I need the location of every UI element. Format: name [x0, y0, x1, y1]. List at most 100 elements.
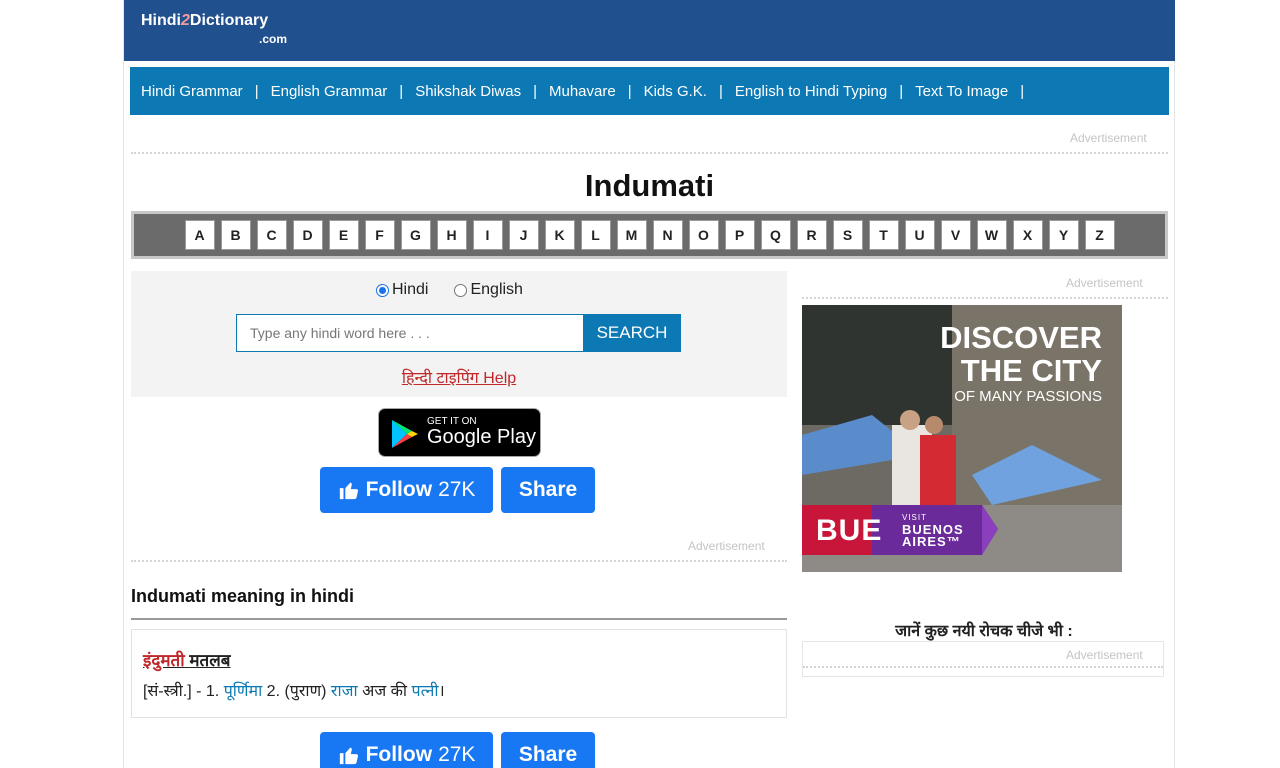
side-interesting-heading: जानें कुछ नयी रोचक चीजे भी : [895, 623, 1073, 640]
letter-link-r[interactable]: R [796, 220, 827, 250]
letter-link-k[interactable]: K [544, 220, 575, 250]
language-radio-group: Hindi English [376, 281, 523, 299]
radio-hindi[interactable]: Hindi [376, 281, 428, 299]
radio-unselected-icon[interactable] [454, 283, 468, 297]
meaning-card: इंदुमती मतलब [सं-स्त्री.] - 1. पूर्णिमा … [131, 629, 787, 718]
logo-text-two: 2 [181, 12, 190, 29]
definition-pos: [सं-स्त्री.] - 1. [143, 683, 220, 700]
divider [803, 666, 1163, 668]
radio-english[interactable]: English [454, 281, 523, 299]
letter-link-i[interactable]: I [472, 220, 503, 250]
letter-link-y[interactable]: Y [1048, 220, 1079, 250]
thumbs-up-icon [339, 482, 358, 500]
definition-end: । [438, 683, 445, 700]
divider [802, 297, 1168, 299]
letter-link-x[interactable]: X [1012, 220, 1043, 250]
top-nav: Hindi Grammar | English Grammar | Shiksh… [130, 67, 1169, 115]
nav-english-to-hindi-typing[interactable]: English to Hindi Typing [735, 83, 887, 100]
ad-line-1: DISCOVER [940, 320, 1102, 355]
google-play-icon [392, 420, 418, 448]
follow-label: Follow [365, 478, 433, 501]
section-rule [131, 618, 787, 620]
nav-separator: | [899, 82, 904, 100]
nav-separator: | [718, 82, 723, 100]
nav-english-grammar[interactable]: English Grammar [271, 83, 388, 100]
google-play-big-text: Google Play [427, 426, 536, 448]
nav-kids-gk[interactable]: Kids G.K. [644, 83, 707, 100]
follow-count: 27K [438, 478, 476, 501]
letter-link-g[interactable]: G [400, 220, 431, 250]
letter-link-c[interactable]: C [256, 220, 287, 250]
nav-hindi-grammar[interactable]: Hindi Grammar [141, 83, 243, 100]
letter-link-e[interactable]: E [328, 220, 359, 250]
letter-link-o[interactable]: O [688, 220, 719, 250]
nav-separator: | [254, 82, 259, 100]
letter-link-w[interactable]: W [976, 220, 1007, 250]
letter-link-t[interactable]: T [868, 220, 899, 250]
follow-count: 27K [438, 743, 476, 766]
divider [131, 152, 1168, 154]
ad-line-3: OF MANY PASSIONS [954, 388, 1102, 405]
search-input[interactable] [236, 314, 584, 352]
letter-link-f[interactable]: F [364, 220, 395, 250]
logo-text-hindi: Hindi [141, 12, 181, 29]
definition-link-raja[interactable]: राजा [331, 683, 358, 700]
logo-text-dictionary: Dictionary [189, 12, 269, 29]
facebook-share-button-bottom[interactable]: Share [501, 732, 595, 768]
nav-separator: | [627, 82, 632, 100]
ad-label: Advertisement [1070, 131, 1147, 145]
search-button[interactable]: SEARCH [583, 314, 681, 352]
logo-text-com: .com [259, 32, 288, 46]
ad-label: Advertisement [1066, 276, 1143, 290]
letter-link-l[interactable]: L [580, 220, 611, 250]
letter-link-q[interactable]: Q [760, 220, 791, 250]
ad-label: Advertisement [688, 539, 765, 553]
letter-link-u[interactable]: U [904, 220, 935, 250]
letter-link-h[interactable]: H [436, 220, 467, 250]
facebook-follow-button-bottom[interactable]: Follow 27K [320, 732, 493, 768]
letter-link-m[interactable]: M [616, 220, 647, 250]
ad-headline: DISCOVER THE CITY OF MANY PASSIONS [940, 321, 1102, 407]
side-ad-box: Advertisement [802, 641, 1164, 677]
facebook-follow-button[interactable]: Follow 27K [320, 467, 493, 513]
radio-selected-icon[interactable] [376, 283, 389, 297]
alphabet-bar: A B C D E F G H I J K L M N O P Q R S T … [131, 211, 1168, 259]
letter-link-s[interactable]: S [832, 220, 863, 250]
headword: इंदुमती [143, 651, 185, 670]
nav-text-to-image[interactable]: Text To Image [915, 83, 1008, 100]
nav-shikshak-diwas[interactable]: Shikshak Diwas [415, 83, 521, 100]
ad-line-2: THE CITY [960, 353, 1102, 388]
search-panel: Hindi English SEARCH हिन्दी टाइपिंग Help [131, 271, 787, 397]
facebook-share-button[interactable]: Share [501, 467, 595, 513]
radio-english-label: English [470, 281, 523, 298]
radio-hindi-label: Hindi [392, 281, 429, 298]
letter-link-v[interactable]: V [940, 220, 971, 250]
page-title: Indumati [584, 168, 715, 203]
nav-muhavare[interactable]: Muhavare [549, 83, 616, 100]
ad-brand-logo: BUE [816, 514, 883, 547]
google-play-badge[interactable]: GET IT ON Google Play [378, 408, 541, 457]
meaning-section-title: Indumati meaning in hindi [131, 586, 354, 606]
meaning-definition: [सं-स्त्री.] - 1. पूर्णिमा 2. (पुराण) रा… [143, 679, 445, 701]
side-advertisement-banner[interactable]: DISCOVER THE CITY OF MANY PASSIONS BUE V… [802, 305, 1122, 572]
ad-city-2: AIRES™ [902, 534, 961, 549]
page-container: Hindi2Dictionary .com Hindi Grammar | En… [123, 0, 1175, 768]
ad-label: Advertisement [1066, 648, 1143, 662]
nav-separator: | [1020, 82, 1025, 100]
divider [131, 560, 787, 562]
nav-separator: | [399, 82, 404, 100]
letter-link-b[interactable]: B [220, 220, 251, 250]
letter-link-p[interactable]: P [724, 220, 755, 250]
definition-link-purnima[interactable]: पूर्णिमा [224, 683, 263, 700]
site-logo[interactable]: Hindi2Dictionary .com [141, 12, 287, 48]
letter-link-n[interactable]: N [652, 220, 683, 250]
letter-link-z[interactable]: Z [1084, 220, 1115, 250]
hindi-typing-help-link[interactable]: हिन्दी टाइपिंग Help [131, 366, 787, 388]
meaning-heading: इंदुमती मतलब [143, 648, 230, 671]
nav-separator: | [533, 82, 537, 100]
definition-link-patni[interactable]: पत्नी [412, 683, 439, 700]
letter-link-a[interactable]: A [184, 220, 215, 250]
letter-link-j[interactable]: J [508, 220, 539, 250]
letter-link-d[interactable]: D [292, 220, 323, 250]
ad-city-text: VISIT BUENOS AIRES™ [902, 512, 964, 548]
